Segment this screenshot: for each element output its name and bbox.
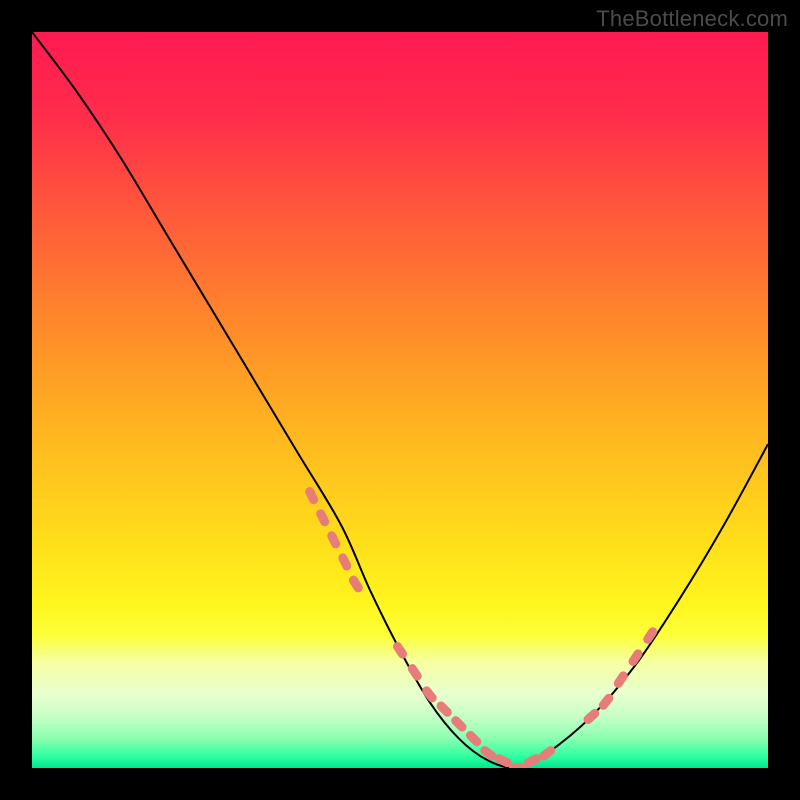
heat-gradient-background: [32, 32, 768, 768]
watermark-text: TheBottleneck.com: [596, 6, 788, 32]
chart-frame: [32, 32, 768, 768]
